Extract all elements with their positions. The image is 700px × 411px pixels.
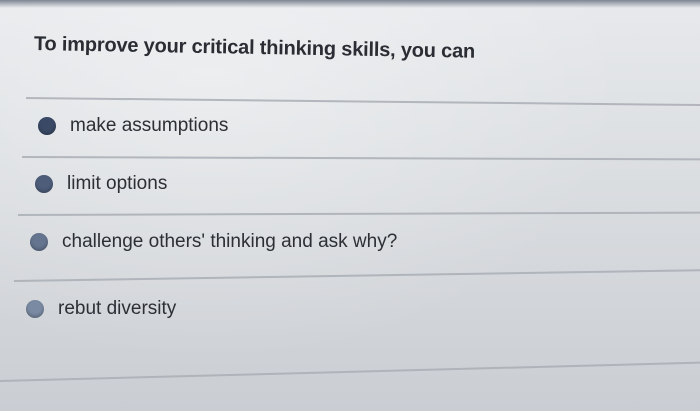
- divider: [13, 269, 700, 282]
- answer-label: limit options: [67, 173, 168, 194]
- radio-button[interactable]: [30, 233, 48, 251]
- question-text: To improve your critical thinking skills…: [33, 33, 476, 63]
- radio-button[interactable]: [26, 300, 44, 318]
- answer-label: challenge others' thinking and ask why?: [62, 231, 398, 252]
- answer-option-rebut-diversity[interactable]: rebut diversity: [26, 298, 176, 320]
- divider: [21, 156, 700, 161]
- answer-option-limit-options[interactable]: limit options: [35, 173, 167, 195]
- quiz-screen: To improve your critical thinking skills…: [0, 0, 700, 411]
- answer-option-challenge-thinking[interactable]: challenge others' thinking and ask why?: [30, 231, 397, 253]
- answer-label: make assumptions: [70, 115, 229, 136]
- divider: [25, 97, 700, 107]
- answer-option-make-assumptions[interactable]: make assumptions: [38, 115, 228, 137]
- divider: [17, 211, 700, 216]
- radio-button[interactable]: [35, 175, 53, 193]
- screen-edge: [0, 0, 700, 8]
- answer-label: rebut diversity: [58, 298, 177, 319]
- divider: [0, 361, 700, 382]
- radio-button[interactable]: [38, 117, 56, 135]
